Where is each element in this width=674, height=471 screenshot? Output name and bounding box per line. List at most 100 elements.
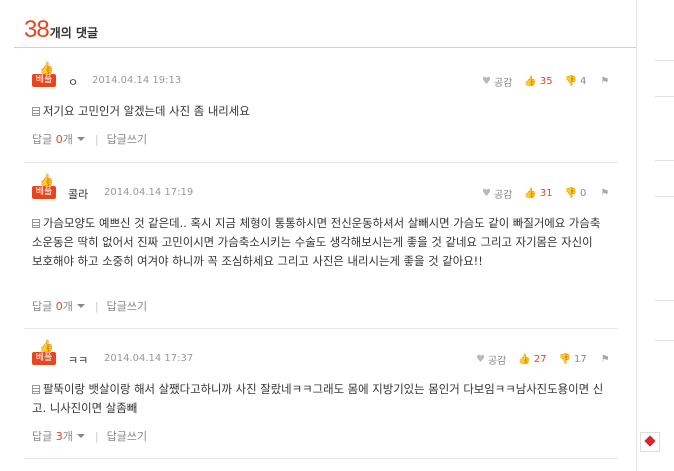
thumb-up-icon: 👍 bbox=[524, 188, 537, 199]
downvote-button[interactable]: 👎 17 bbox=[559, 354, 587, 365]
comment-body: 저기요 고민인거 알겠는데 사진 좀 내리세요 bbox=[32, 102, 606, 121]
comments-section: 38 개의 댓글 👍 베플 ㅇ 2014.04.14 19:13 ♥ 공감 👍 35… bbox=[0, 0, 636, 471]
thumb-down-icon: 👎 bbox=[558, 354, 572, 365]
separator: | bbox=[94, 299, 99, 313]
sidebar-divider bbox=[655, 300, 674, 301]
comment-text: 저기요 고민인거 알겠는데 사진 좀 내리세요 bbox=[43, 104, 250, 118]
write-reply-link[interactable]: 답글쓰기 bbox=[107, 298, 147, 314]
upvote-button[interactable]: 👍 31 bbox=[524, 188, 552, 199]
reply-label[interactable]: 답글 bbox=[32, 131, 52, 147]
comment-actions: ♥ 공감 👍 35 👎 4 ⚑ bbox=[470, 74, 609, 89]
comment-item: 👍 베플 콜라 2014.04.14 17:19 ♥ 공감 👍 31 👎 0 ⚑ 가슴… bbox=[24, 174, 618, 271]
thumb-down-icon: 👎 bbox=[564, 76, 578, 87]
like-button[interactable]: ♥ 공감 bbox=[482, 186, 512, 201]
comment-date: 2014.04.14 19:13 bbox=[92, 75, 182, 86]
best-badge-label: 베플 bbox=[32, 352, 56, 365]
comment-actions: ♥ 공감 👍 31 👎 0 ⚑ bbox=[470, 186, 609, 201]
write-reply-link[interactable]: 답글쓰기 bbox=[107, 428, 147, 444]
heart-icon: ♥ bbox=[476, 354, 485, 365]
like-label: 공감 bbox=[493, 78, 513, 89]
comment-count: 38 bbox=[24, 16, 50, 43]
thumb-up-icon: 👍 bbox=[39, 61, 54, 75]
reply-unit[interactable]: 개 bbox=[63, 131, 73, 147]
header-divider bbox=[14, 47, 636, 48]
like-button[interactable]: ♥ 공감 bbox=[482, 74, 512, 89]
scroll-top-button[interactable] bbox=[640, 432, 660, 452]
reply-row: 답글 3 개 | 답글쓰기 bbox=[32, 428, 147, 444]
comment-date: 2014.04.14 17:37 bbox=[104, 353, 194, 364]
best-badge-label: 베플 bbox=[32, 74, 56, 87]
reply-label[interactable]: 답글 bbox=[32, 298, 52, 314]
comment-author[interactable]: ㅇ bbox=[68, 74, 78, 90]
dropdown-caret-icon[interactable] bbox=[76, 304, 85, 308]
upvote-button[interactable]: 👍 27 bbox=[518, 354, 546, 365]
reply-unit[interactable]: 개 bbox=[63, 298, 73, 314]
sidebar-divider bbox=[655, 196, 674, 197]
heart-icon: ♥ bbox=[482, 188, 491, 199]
comment-author[interactable]: 콜라 bbox=[68, 186, 88, 202]
comment-body: 팔뚝이랑 뱃살이랑 해서 살쨌다고하니까 사진 잘랐네ㅋㅋ그래도 몸에 지방기있… bbox=[32, 380, 606, 418]
reply-row: 답글 0 개 | 답글쓰기 bbox=[32, 298, 147, 314]
dropdown-caret-icon[interactable] bbox=[76, 434, 85, 438]
document-icon bbox=[32, 107, 40, 116]
sidebar-divider bbox=[655, 340, 674, 341]
upvote-count: 31 bbox=[539, 188, 553, 199]
report-icon[interactable]: ⚑ bbox=[601, 354, 610, 365]
reply-label[interactable]: 답글 bbox=[32, 428, 52, 444]
comment-divider bbox=[24, 162, 618, 163]
comment-body: 가슴모양도 예쁘신 것 같은데.. 혹시 지금 체형이 통통하시면 전신운동하셔… bbox=[32, 214, 606, 271]
scroll-top-icon bbox=[644, 435, 656, 447]
reply-count[interactable]: 0 bbox=[56, 133, 63, 146]
right-sidebar bbox=[636, 0, 674, 471]
report-icon[interactable]: ⚑ bbox=[600, 76, 609, 87]
upvote-count: 27 bbox=[533, 354, 547, 365]
best-badge: 👍 베플 bbox=[32, 340, 56, 372]
document-icon bbox=[32, 385, 40, 394]
comments-header: 38 개의 댓글 bbox=[24, 16, 98, 46]
comment-text: 팔뚝이랑 뱃살이랑 해서 살쨌다고하니까 사진 잘랐네ㅋㅋ그래도 몸에 지방기있… bbox=[32, 382, 604, 415]
separator: | bbox=[94, 132, 99, 146]
comment-actions: ♥ 공감 👍 27 👎 17 ⚑ bbox=[464, 352, 610, 367]
comment-header: 👍 베플 ㅇ 2014.04.14 19:13 ♥ 공감 👍 35 👎 4 ⚑ bbox=[24, 62, 618, 94]
reply-row: 답글 0 개 | 답글쓰기 bbox=[32, 131, 147, 147]
like-label: 공감 bbox=[487, 356, 507, 367]
comment-header: 👍 베플 ㅋㅋ 2014.04.14 17:37 ♥ 공감 👍 27 👎 17 ⚑ bbox=[24, 340, 618, 372]
best-badge: 👍 베플 bbox=[32, 174, 56, 206]
separator: | bbox=[94, 429, 99, 443]
downvote-button[interactable]: 👎 0 bbox=[565, 188, 587, 199]
downvote-button[interactable]: 👎 4 bbox=[565, 76, 587, 87]
sidebar-divider bbox=[655, 60, 674, 61]
downvote-count: 0 bbox=[580, 188, 587, 199]
thumb-up-icon: 👍 bbox=[524, 76, 537, 87]
like-button[interactable]: ♥ 공감 bbox=[476, 352, 506, 367]
comment-divider bbox=[24, 328, 618, 329]
thumb-up-icon: 👍 bbox=[39, 173, 54, 187]
upvote-button[interactable]: 👍 35 bbox=[524, 76, 552, 87]
sidebar-divider bbox=[655, 160, 674, 161]
comment-header: 👍 베플 콜라 2014.04.14 17:19 ♥ 공감 👍 31 👎 0 ⚑ bbox=[24, 174, 618, 206]
dropdown-caret-icon[interactable] bbox=[76, 137, 85, 141]
comment-date: 2014.04.14 17:19 bbox=[104, 187, 194, 198]
document-icon bbox=[32, 219, 40, 228]
comment-text: 가슴모양도 예쁘신 것 같은데.. 혹시 지금 체형이 통통하시면 전신운동하셔… bbox=[32, 216, 601, 268]
heart-icon: ♥ bbox=[482, 76, 491, 87]
comment-author[interactable]: ㅋㅋ bbox=[68, 352, 88, 368]
thumb-up-icon: 👍 bbox=[39, 339, 54, 353]
upvote-count: 35 bbox=[539, 76, 553, 87]
comment-item: 👍 베플 ㅋㅋ 2014.04.14 17:37 ♥ 공감 👍 27 👎 17 ⚑ 팔… bbox=[24, 340, 618, 418]
reply-unit[interactable]: 개 bbox=[63, 428, 73, 444]
downvote-count: 4 bbox=[580, 76, 587, 87]
comment-count-label: 개의 댓글 bbox=[49, 26, 99, 40]
reply-count[interactable]: 0 bbox=[56, 300, 63, 313]
report-icon[interactable]: ⚑ bbox=[600, 188, 609, 199]
thumb-up-icon: 👍 bbox=[518, 354, 531, 365]
downvote-count: 17 bbox=[574, 354, 587, 365]
like-label: 공감 bbox=[493, 190, 513, 201]
sidebar-divider bbox=[655, 96, 674, 97]
comment-item: 👍 베플 ㅇ 2014.04.14 19:13 ♥ 공감 👍 35 👎 4 ⚑ 저기요… bbox=[24, 62, 618, 121]
write-reply-link[interactable]: 답글쓰기 bbox=[107, 131, 147, 147]
reply-count[interactable]: 3 bbox=[56, 430, 63, 443]
best-badge-label: 베플 bbox=[32, 186, 56, 199]
thumb-down-icon: 👎 bbox=[564, 188, 578, 199]
best-badge: 👍 베플 bbox=[32, 62, 56, 94]
